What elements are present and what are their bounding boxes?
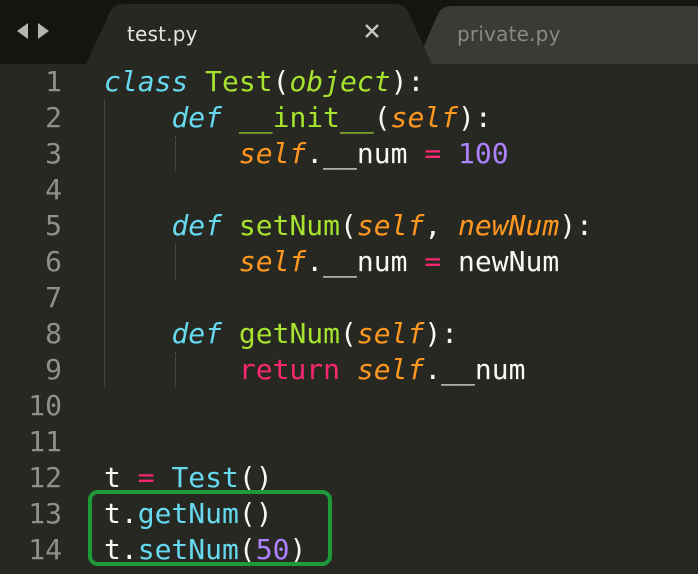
code-token: setNum <box>238 209 341 242</box>
triangle-right-icon[interactable] <box>38 20 50 42</box>
line-number: 10 <box>28 389 62 422</box>
code-token: class <box>104 65 189 98</box>
code-editor[interactable]: 1 2 3 4 5 6 7 8 9 10 11 12 13 14 class Test(object): … <box>0 64 698 574</box>
code-line[interactable]: def __init__(self): <box>104 100 492 136</box>
code-token: .__num <box>424 353 526 386</box>
code-token: ): <box>559 209 593 242</box>
code-token: object <box>289 65 391 98</box>
line-number: 3 <box>45 137 62 170</box>
code-token: ( <box>340 209 357 242</box>
tab-label: test.py <box>127 22 198 46</box>
code-token: def <box>171 317 223 350</box>
triangle-left-icon[interactable] <box>16 20 28 42</box>
code-token: ): <box>458 101 492 134</box>
editor-window: private.py test.py 1 2 3 4 5 6 7 8 9 10 11 12 13 14 c… <box>0 0 698 574</box>
line-number: 9 <box>45 353 62 386</box>
code-token: ): <box>424 317 459 350</box>
code-token: ( <box>373 101 391 134</box>
code-line[interactable]: self.__num = 100 <box>104 136 509 172</box>
line-number: 11 <box>28 425 62 458</box>
highlight-annotation-box <box>88 490 332 566</box>
code-token: getNum <box>238 317 341 350</box>
line-number: 4 <box>45 173 62 206</box>
code-token: __init__ <box>238 101 374 134</box>
code-line[interactable]: def setNum(self, newNum): <box>104 208 593 244</box>
line-number: 2 <box>45 101 62 134</box>
tab-test-py[interactable]: test.py <box>86 0 432 64</box>
code-token: .__num <box>306 245 425 278</box>
code-token: ( <box>340 317 357 350</box>
line-number: 6 <box>45 245 62 278</box>
code-line[interactable]: self.__num = newNum <box>104 244 559 280</box>
code-token: return <box>238 353 341 386</box>
line-number: 8 <box>45 317 62 350</box>
code-token: self <box>390 101 459 134</box>
code-line[interactable]: def getNum(self): <box>104 316 458 352</box>
line-number: 1 <box>45 65 62 98</box>
line-number: 12 <box>28 461 62 494</box>
line-number-gutter: 1 2 3 4 5 6 7 8 9 10 11 12 13 14 <box>0 64 82 574</box>
code-token: self <box>238 137 307 170</box>
code-token: .__num <box>306 137 425 170</box>
code-token: newNum <box>458 209 560 242</box>
code-line[interactable]: return self.__num <box>104 352 526 388</box>
code-token: self <box>356 209 425 242</box>
code-token: = <box>424 245 442 278</box>
close-icon[interactable] <box>363 22 381 40</box>
code-token: self <box>238 245 307 278</box>
line-number: 5 <box>45 209 62 242</box>
tab-label: private.py <box>457 22 561 46</box>
code-token: 100 <box>458 137 509 170</box>
code-token: Test <box>205 65 273 98</box>
code-token: ( <box>272 65 290 98</box>
code-token: def <box>171 101 223 134</box>
line-number: 7 <box>45 281 62 314</box>
code-line[interactable]: class Test(object): <box>104 64 424 100</box>
code-token: def <box>171 209 223 242</box>
code-token: self <box>356 353 425 386</box>
line-number: 14 <box>28 533 62 566</box>
code-token: self <box>356 317 425 350</box>
code-token: newNum <box>441 245 560 278</box>
code-token: , <box>424 209 459 242</box>
tab-bar: private.py test.py <box>0 0 698 64</box>
code-token: = <box>424 137 442 170</box>
tab-private-py[interactable]: private.py <box>416 0 698 64</box>
code-token: ): <box>390 65 425 98</box>
line-number: 13 <box>28 497 62 530</box>
